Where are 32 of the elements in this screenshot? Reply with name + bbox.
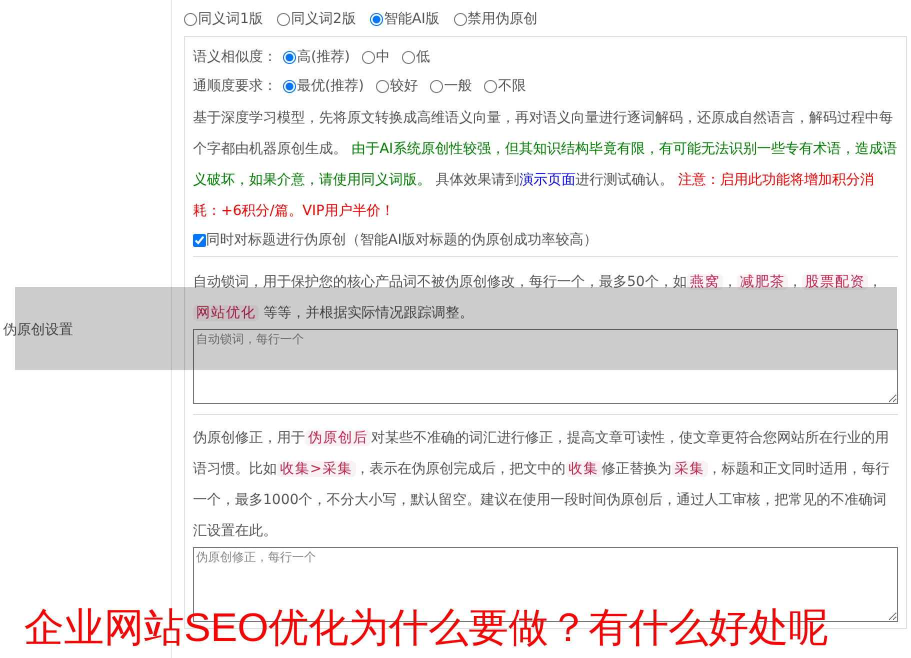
option-label: 一般: [444, 76, 472, 96]
option-radio[interactable]: [283, 80, 296, 92]
option-radio[interactable]: [376, 80, 389, 92]
section-label: 伪原创设置: [3, 321, 73, 340]
title-checkbox[interactable]: [193, 234, 206, 247]
mode-radio[interactable]: [184, 12, 197, 26]
option-label: 同义词2版: [290, 10, 356, 28]
option-radio[interactable]: [402, 50, 415, 64]
option-label: 较好: [390, 76, 418, 96]
option-label: 禁用伪原创: [468, 10, 538, 28]
option-label: 低: [416, 48, 430, 66]
mode-radio[interactable]: [370, 12, 383, 26]
field-label: 通顺度要求：: [193, 76, 277, 96]
option-label: 同义词1版: [198, 10, 263, 28]
option-label: 高(推荐): [297, 48, 350, 66]
demo-link[interactable]: 演示页面: [519, 172, 576, 188]
correction-description: 伪原创修正，用于 伪原创后 对某些不准确的词汇进行修正，提高文章可读性，使文章更符合您网站所在行业的用语习惯。比如 收集>采集 ，表示在伪原创完成后，把文中的 收集 修正替换为 采集 ，标题和正文同时适用，每行一个，最多1000个，不分大小写，默认留空。建议在使用一段时间伪原创后，通过人工审核，把常见的不准确词汇设置在此。: [193, 429, 891, 541]
lock-words-field[interactable]: 自动锁词，每行一个: [193, 329, 898, 404]
option-radio[interactable]: [283, 50, 296, 64]
option-label: 最优(推荐): [297, 76, 364, 96]
option-radio[interactable]: [362, 50, 375, 64]
ai-description: 基于深度学习模型，先将原文转换成高维语义向量，再对语义向量进行逐词解码，还原成自然语言，解码过程中每个字都由机器原创生成。 由于AI系统原创性较强，但其知识结构毕竟有限，有可能无法识别一些专有术语，造成语义破坏，如果介意，请使用同义词版。 具体效果请到演示页面进行测试确认。 注意：启用此功能将增加积分消耗：+6积分/篇。VIP用户半价！: [193, 109, 898, 221]
lock-words-description: 自动锁词，用于保护您的核心产品词不被伪原创修改，每行一个，最多50个，如 燕窝 ， 减肥茶 ， 股票配资 ， 网站优化 等等，并根据实际情况跟踪调整。: [193, 273, 883, 323]
option-label: 中: [376, 48, 390, 66]
mode-radio[interactable]: [276, 12, 290, 26]
option-radio[interactable]: [484, 80, 497, 92]
field-label: 语义相似度：: [193, 48, 277, 66]
option-radio[interactable]: [430, 80, 443, 92]
option-label: 不限: [498, 76, 526, 96]
option-label: 智能AI版: [384, 10, 440, 28]
mode-radio[interactable]: [454, 12, 467, 26]
checkbox-label: 同时对标题进行伪原创（智能AI版对标题的伪原创成功率较高）: [206, 231, 598, 250]
